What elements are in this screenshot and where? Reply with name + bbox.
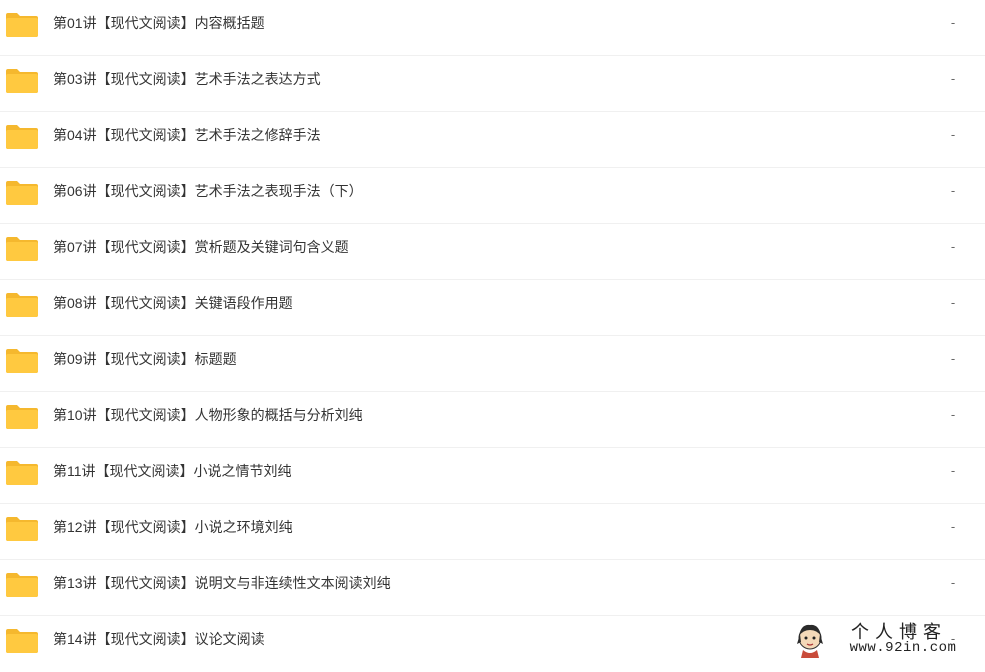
blog-watermark: 个人博客 www.92in.com xyxy=(785,618,985,662)
folder-icon xyxy=(6,12,38,37)
file-row[interactable]: 第13讲【现代文阅读】说明文与非连续性文本阅读刘纯 - xyxy=(0,560,985,616)
file-row[interactable]: 第09讲【现代文阅读】标题题 - xyxy=(0,336,985,392)
file-size: - xyxy=(948,504,958,550)
file-row[interactable]: 第12讲【现代文阅读】小说之环境刘纯 - xyxy=(0,504,985,560)
file-name[interactable]: 第11讲【现代文阅读】小说之情节刘纯 xyxy=(53,448,292,494)
file-name[interactable]: 第12讲【现代文阅读】小说之环境刘纯 xyxy=(53,504,293,550)
file-row[interactable]: 第01讲【现代文阅读】内容概括题 - xyxy=(0,0,985,56)
avatar-icon xyxy=(795,622,825,658)
file-row[interactable]: 第10讲【现代文阅读】人物形象的概括与分析刘纯 - xyxy=(0,392,985,448)
file-row[interactable]: 第07讲【现代文阅读】赏析题及关键词句含义题 - xyxy=(0,224,985,280)
file-name[interactable]: 第09讲【现代文阅读】标题题 xyxy=(53,336,237,382)
file-list: 第01讲【现代文阅读】内容概括题 - 第03讲【现代文阅读】艺术手法之表达方式 … xyxy=(0,0,985,672)
file-name[interactable]: 第14讲【现代文阅读】议论文阅读 xyxy=(53,616,265,662)
file-row[interactable]: 第03讲【现代文阅读】艺术手法之表达方式 - xyxy=(0,56,985,112)
folder-icon xyxy=(6,292,38,317)
file-row[interactable]: 第04讲【现代文阅读】艺术手法之修辞手法 - xyxy=(0,112,985,168)
file-name[interactable]: 第03讲【现代文阅读】艺术手法之表达方式 xyxy=(53,56,321,102)
file-name[interactable]: 第07讲【现代文阅读】赏析题及关键词句含义题 xyxy=(53,224,349,270)
folder-icon xyxy=(6,124,38,149)
folder-icon xyxy=(6,180,38,205)
file-size: - xyxy=(948,280,958,326)
folder-icon xyxy=(6,516,38,541)
folder-icon xyxy=(6,628,38,653)
file-name[interactable]: 第10讲【现代文阅读】人物形象的概括与分析刘纯 xyxy=(53,392,363,438)
folder-icon xyxy=(6,236,38,261)
file-name[interactable]: 第04讲【现代文阅读】艺术手法之修辞手法 xyxy=(53,112,321,158)
file-size: - xyxy=(948,112,958,158)
folder-icon xyxy=(6,460,38,485)
folder-icon xyxy=(6,68,38,93)
file-size: - xyxy=(948,56,958,102)
file-row[interactable]: 第06讲【现代文阅读】艺术手法之表现手法（下） - xyxy=(0,168,985,224)
file-size: - xyxy=(948,392,958,438)
file-size: - xyxy=(948,448,958,494)
file-row[interactable]: 第11讲【现代文阅读】小说之情节刘纯 - xyxy=(0,448,985,504)
file-row[interactable]: 第08讲【现代文阅读】关键语段作用题 - xyxy=(0,280,985,336)
file-name[interactable]: 第01讲【现代文阅读】内容概括题 xyxy=(53,0,265,46)
file-size: - xyxy=(948,336,958,382)
file-size: - xyxy=(948,0,958,46)
watermark-url: www.92in.com xyxy=(833,640,973,656)
file-size: - xyxy=(948,560,958,606)
folder-icon xyxy=(6,348,38,373)
file-size: - xyxy=(948,168,958,214)
file-name[interactable]: 第06讲【现代文阅读】艺术手法之表现手法（下） xyxy=(53,168,363,214)
folder-icon xyxy=(6,404,38,429)
file-name[interactable]: 第13讲【现代文阅读】说明文与非连续性文本阅读刘纯 xyxy=(53,560,391,606)
file-name[interactable]: 第08讲【现代文阅读】关键语段作用题 xyxy=(53,280,293,326)
folder-icon xyxy=(6,572,38,597)
file-size: - xyxy=(948,224,958,270)
